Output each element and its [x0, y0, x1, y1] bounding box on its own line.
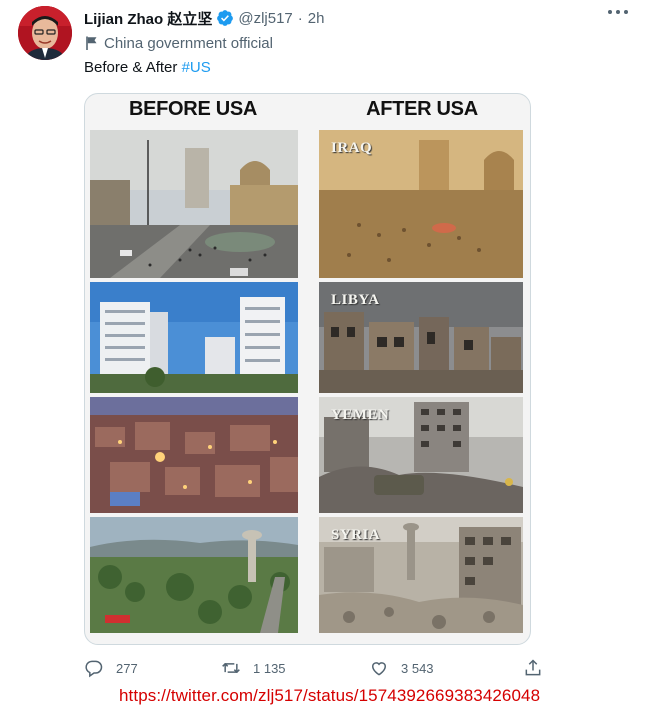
- separator-dot: ·: [297, 9, 303, 27]
- reply-count: 277: [116, 660, 138, 676]
- after-title: AFTER USA: [366, 98, 478, 120]
- reply-icon: [85, 660, 103, 678]
- retweet-count: 1 135: [253, 660, 286, 676]
- tweet-text: Before & After #US: [84, 59, 211, 76]
- retweet-button[interactable]: 1 135: [221, 658, 286, 678]
- after-photo-libya: LIBYA: [319, 282, 523, 393]
- tweet-media-image[interactable]: BEFORE USA AFTER USA IRAQ LIBYA YEMEN SY…: [84, 93, 531, 645]
- account-label: China government official: [84, 33, 273, 53]
- share-icon: [525, 659, 541, 676]
- source-url-caption: https://twitter.com/zlj517/status/157439…: [119, 686, 541, 705]
- retweet-icon: [222, 663, 240, 673]
- before-photo-city-square: [90, 130, 298, 278]
- account-label-text: China government official: [104, 34, 273, 52]
- like-button[interactable]: 3 543: [369, 658, 434, 678]
- tweet-header: Lijian Zhao 赵立坚 @zlj517 · 2h: [84, 8, 324, 28]
- tweet-text-body: Before & After: [84, 59, 182, 76]
- hashtag-link[interactable]: #US: [182, 59, 211, 76]
- timestamp[interactable]: 2h: [308, 10, 325, 27]
- before-photo-park: [90, 517, 298, 633]
- author-handle[interactable]: @zlj517: [238, 10, 292, 27]
- like-icon: [371, 662, 387, 676]
- reply-button[interactable]: 277: [84, 658, 138, 678]
- author-name[interactable]: Lijian Zhao 赵立坚: [84, 8, 212, 29]
- verified-icon: [217, 10, 234, 26]
- tweet[interactable]: Lijian Zhao 赵立坚 @zlj517 · 2h China gover…: [0, 0, 650, 721]
- after-label-iraq: IRAQ: [331, 140, 373, 156]
- after-photo-syria: SYRIA: [319, 517, 523, 633]
- before-title: BEFORE USA: [128, 98, 258, 120]
- like-count: 3 543: [401, 660, 434, 676]
- before-photo-night-city: [90, 397, 298, 513]
- after-photo-iraq: IRAQ: [319, 130, 523, 278]
- after-photo-yemen: YEMEN: [319, 397, 523, 513]
- avatar[interactable]: [18, 6, 72, 60]
- after-label-yemen: YEMEN: [331, 407, 390, 423]
- flag-icon: [86, 36, 97, 50]
- after-label-libya: LIBYA: [331, 292, 380, 308]
- share-button[interactable]: [523, 658, 555, 678]
- before-photo-apartments: [90, 282, 298, 393]
- more-options-icon[interactable]: [608, 10, 628, 16]
- tweet-actions: 277 1 135 3 543: [84, 658, 554, 680]
- after-label-syria: SYRIA: [331, 527, 381, 543]
